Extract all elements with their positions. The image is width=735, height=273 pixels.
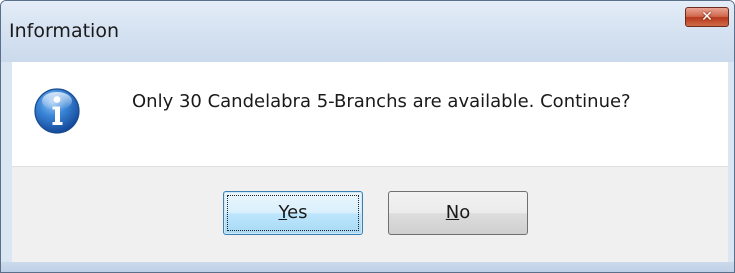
button-area [12,166,728,265]
no-button[interactable]: No [388,191,528,235]
information-dialog: Information ✕ Only 30 Candelabra 5-Branc… [0,0,735,273]
yes-button[interactable]: Yes [223,191,363,235]
yes-label: Yes [224,202,362,223]
dialog-title: Information [9,20,119,42]
title-bar[interactable]: Information ✕ [1,1,734,62]
no-label-rest: o [459,202,471,223]
close-button[interactable]: ✕ [685,7,729,27]
yes-mnemonic: Y [278,202,288,223]
information-icon [34,88,80,134]
no-label: No [389,202,527,223]
message-text: Only 30 Candelabra 5-Branchs are availab… [132,91,631,112]
window-bottom-border [1,262,734,272]
close-icon: ✕ [701,9,713,25]
no-mnemonic: N [445,202,460,223]
yes-label-rest: es [287,202,308,223]
